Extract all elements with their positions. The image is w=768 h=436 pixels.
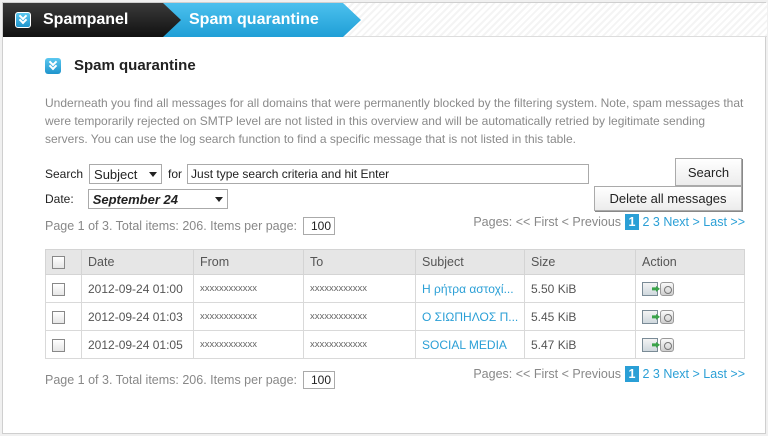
cell-actions [635,302,745,331]
cell-size: 5.45 KiB [524,302,636,331]
select-all-checkbox[interactable] [52,256,65,270]
quarantine-table: Date From To Subject Size Action 2012-09… [45,249,745,359]
main-frame: Spampanel Spam quarantine Spam quarantin… [2,2,767,434]
pager-first[interactable]: << First [516,367,558,381]
pager-page-3[interactable]: 3 [653,215,660,229]
row-select-cell [45,274,82,303]
remove-message-icon[interactable] [660,337,674,352]
pager-previous[interactable]: < Previous [562,215,621,229]
pager-page-2[interactable]: 2 [642,367,649,381]
page-title: Spam quarantine [45,57,196,74]
pager-next[interactable]: Next > [663,367,699,381]
cell-subject-link[interactable]: SOCIAL MEDIA [415,330,525,359]
release-message-icon[interactable] [642,337,658,352]
cell-from: xxxxxxxxxxxx [193,274,304,303]
pager-current-page: 1 [624,214,640,230]
pager-last[interactable]: Last >> [703,215,745,229]
chevron-down-icon [214,196,223,202]
search-field-value: Subject [94,166,138,182]
breadcrumb: Spampanel Spam quarantine [3,3,767,37]
page-title-label: Spam quarantine [74,57,196,74]
pager-top: Pages: << First < Previous 1 2 3 Next > … [473,214,745,230]
breadcrumb-root-label: Spampanel [43,11,129,28]
items-per-page-input[interactable]: 100 [303,217,336,235]
search-input[interactable]: Just type search criteria and hit Enter [187,164,590,184]
cell-actions [635,330,745,359]
table-row: 2012-09-24 01:00 xxxxxxxxxxxx xxxxxxxxxx… [45,274,745,303]
row-checkbox[interactable] [52,282,65,296]
select-all-header [45,249,82,275]
row-checkbox[interactable] [52,338,65,352]
release-message-icon[interactable] [642,281,658,296]
pager-last[interactable]: Last >> [703,367,745,381]
cell-size: 5.50 KiB [524,274,636,303]
remove-message-icon[interactable] [660,309,674,324]
cell-subject-link[interactable]: Η ρήτρα αστοχί... [415,274,525,303]
breadcrumb-current-label: Spam quarantine [189,11,319,28]
table-row: 2012-09-24 01:03 xxxxxxxxxxxx xxxxxxxxxx… [45,302,745,331]
pager-page-2[interactable]: 2 [642,215,649,229]
breadcrumb-current: Spam quarantine [163,3,361,37]
column-header-size[interactable]: Size [524,249,636,275]
pager-summary-bottom: Page 1 of 3. Total items: 206. Items per… [45,371,336,389]
column-header-date[interactable]: Date [81,249,194,275]
search-label: Search [45,167,84,181]
cell-from: xxxxxxxxxxxx [193,302,304,331]
search-field-select[interactable]: Subject [89,164,163,184]
chevron-down-icon [15,12,31,28]
pager-first[interactable]: << First [516,215,558,229]
pager-summary-text: Page 1 of 3. Total items: 206. Items per… [45,219,298,233]
cell-subject-link[interactable]: Ο ΣΙΩΠΗΛΟΣ Π... [415,302,525,331]
pager-previous[interactable]: < Previous [562,367,621,381]
remove-message-icon[interactable] [660,281,674,296]
cell-to: xxxxxxxxxxxx [303,274,416,303]
search-row: Search Subject for Just type search crit… [45,163,590,185]
date-row: Date: September 24 [45,189,228,209]
pager-page-3[interactable]: 3 [653,367,660,381]
cell-date: 2012-09-24 01:03 [81,302,194,331]
date-value: September 24 [92,191,178,207]
items-per-page-input[interactable]: 100 [303,371,336,389]
cell-size: 5.47 KiB [524,330,636,359]
cell-to: xxxxxxxxxxxx [303,330,416,359]
delete-all-button[interactable]: Delete all messages [594,186,742,211]
column-header-to[interactable]: To [303,249,416,275]
pager-bottom: Pages: << First < Previous 1 2 3 Next > … [473,366,745,382]
table-row: 2012-09-24 01:05 xxxxxxxxxxxx xxxxxxxxxx… [45,330,745,359]
search-button[interactable]: Search [675,158,742,186]
pager-summary-top: Page 1 of 3. Total items: 206. Items per… [45,217,336,235]
for-label: for [168,167,183,181]
column-header-action: Action [635,249,745,275]
date-label: Date: [45,192,74,206]
cell-date: 2012-09-24 01:05 [81,330,194,359]
intro-text: Underneath you find all messages for all… [45,96,744,146]
breadcrumb-root[interactable]: Spampanel [3,3,193,37]
cell-date: 2012-09-24 01:00 [81,274,194,303]
row-select-cell [45,330,82,359]
pager-next[interactable]: Next > [663,215,699,229]
pages-label: Pages: [473,367,513,381]
pages-label: Pages: [473,215,513,229]
pager-current-page: 1 [624,366,640,382]
cell-from: xxxxxxxxxxxx [193,330,304,359]
chevron-down-icon [45,57,61,74]
chevron-down-icon [149,171,158,177]
cell-actions [635,274,745,303]
table-header-row: Date From To Subject Size Action [45,249,745,275]
column-header-subject[interactable]: Subject [415,249,525,275]
pager-summary-text: Page 1 of 3. Total items: 206. Items per… [45,373,298,387]
cell-to: xxxxxxxxxxxx [303,302,416,331]
row-checkbox[interactable] [52,310,65,324]
date-select[interactable]: September 24 [87,189,228,209]
release-message-icon[interactable] [642,309,658,324]
row-select-cell [45,302,82,331]
column-header-from[interactable]: From [193,249,304,275]
